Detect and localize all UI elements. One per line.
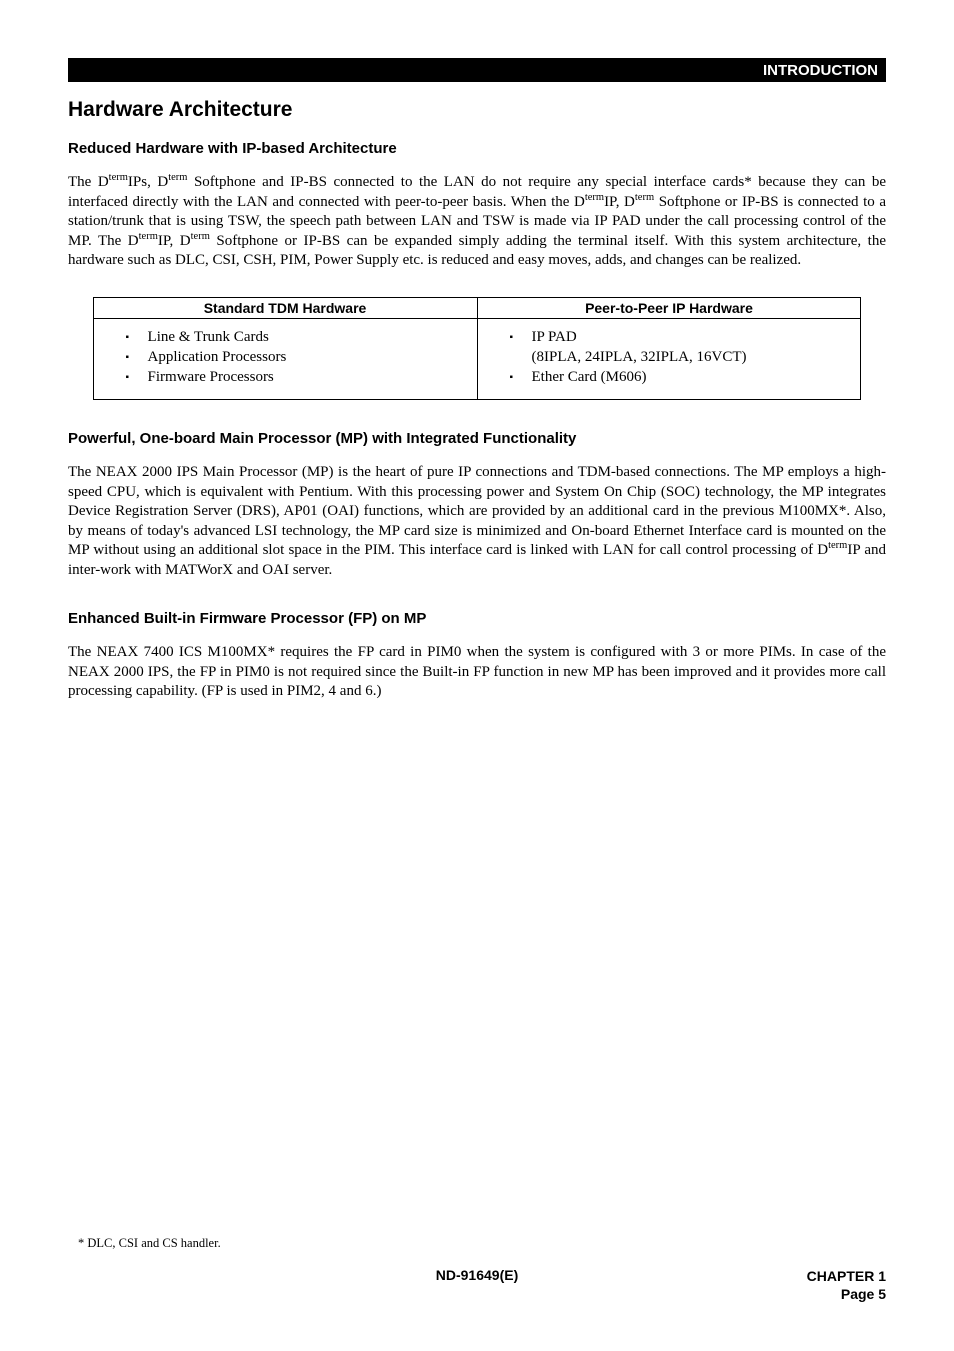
page-footer: ND-91649(E) CHAPTER 1 Page 5 [68, 1267, 886, 1303]
text: IP, D [158, 233, 191, 249]
text: The D [68, 174, 109, 190]
superscript: term [585, 192, 604, 203]
footnote: * DLC, CSI and CS handler. [78, 1236, 221, 1251]
superscript: term [828, 540, 847, 551]
footer-left [68, 1267, 341, 1303]
footer-page: Page 5 [613, 1285, 886, 1303]
list-item: Application Processors [126, 347, 467, 367]
section2-heading: Powerful, One-board Main Processor (MP) … [68, 430, 886, 447]
list-item: Firmware Processors [126, 367, 467, 387]
section-firmware-processor: Enhanced Built-in Firmware Processor (FP… [68, 610, 886, 702]
section-main-processor: Powerful, One-board Main Processor (MP) … [68, 430, 886, 580]
cell-ip: IP PAD (8IPLA, 24IPLA, 32IPLA, 16VCT) Et… [477, 318, 861, 400]
text: IP, D [604, 194, 635, 210]
list-item-sub: (8IPLA, 24IPLA, 32IPLA, 16VCT) [488, 347, 851, 367]
page-title: Hardware Architecture [68, 98, 886, 122]
text: The NEAX 2000 IPS Main Processor (MP) is… [68, 464, 886, 558]
superscript: term [109, 172, 128, 183]
section-reduced-hardware: Reduced Hardware with IP-based Architect… [68, 140, 886, 400]
superscript: term [191, 231, 210, 242]
table-row: Line & Trunk Cards Application Processor… [93, 318, 861, 400]
list-item: Ether Card (M606) [510, 367, 851, 387]
footer-chapter: CHAPTER 1 [613, 1267, 886, 1285]
section3-heading: Enhanced Built-in Firmware Processor (FP… [68, 610, 886, 627]
text: IPs, D [128, 174, 168, 190]
hardware-comparison-table: Standard TDM Hardware Peer-to-Peer IP Ha… [93, 297, 862, 401]
superscript: term [139, 231, 158, 242]
col-header-ip: Peer-to-Peer IP Hardware [477, 297, 861, 318]
footer-right: CHAPTER 1 Page 5 [613, 1267, 886, 1303]
section1-paragraph: The DtermIPs, Dterm Softphone and IP-BS … [68, 173, 886, 271]
section3-paragraph: The NEAX 7400 ICS M100MX* requires the F… [68, 643, 886, 702]
header-banner: INTRODUCTION [68, 58, 886, 82]
cell-tdm: Line & Trunk Cards Application Processor… [93, 318, 477, 400]
section2-paragraph: The NEAX 2000 IPS Main Processor (MP) is… [68, 463, 886, 580]
table-header-row: Standard TDM Hardware Peer-to-Peer IP Ha… [93, 297, 861, 318]
section1-heading: Reduced Hardware with IP-based Architect… [68, 140, 886, 157]
footer-doc-id: ND-91649(E) [341, 1267, 614, 1303]
list-item: IP PAD [510, 327, 851, 347]
superscript: term [168, 172, 187, 183]
list-item: Line & Trunk Cards [126, 327, 467, 347]
superscript: term [635, 192, 654, 203]
banner-text: INTRODUCTION [763, 62, 878, 79]
col-header-tdm: Standard TDM Hardware [93, 297, 477, 318]
